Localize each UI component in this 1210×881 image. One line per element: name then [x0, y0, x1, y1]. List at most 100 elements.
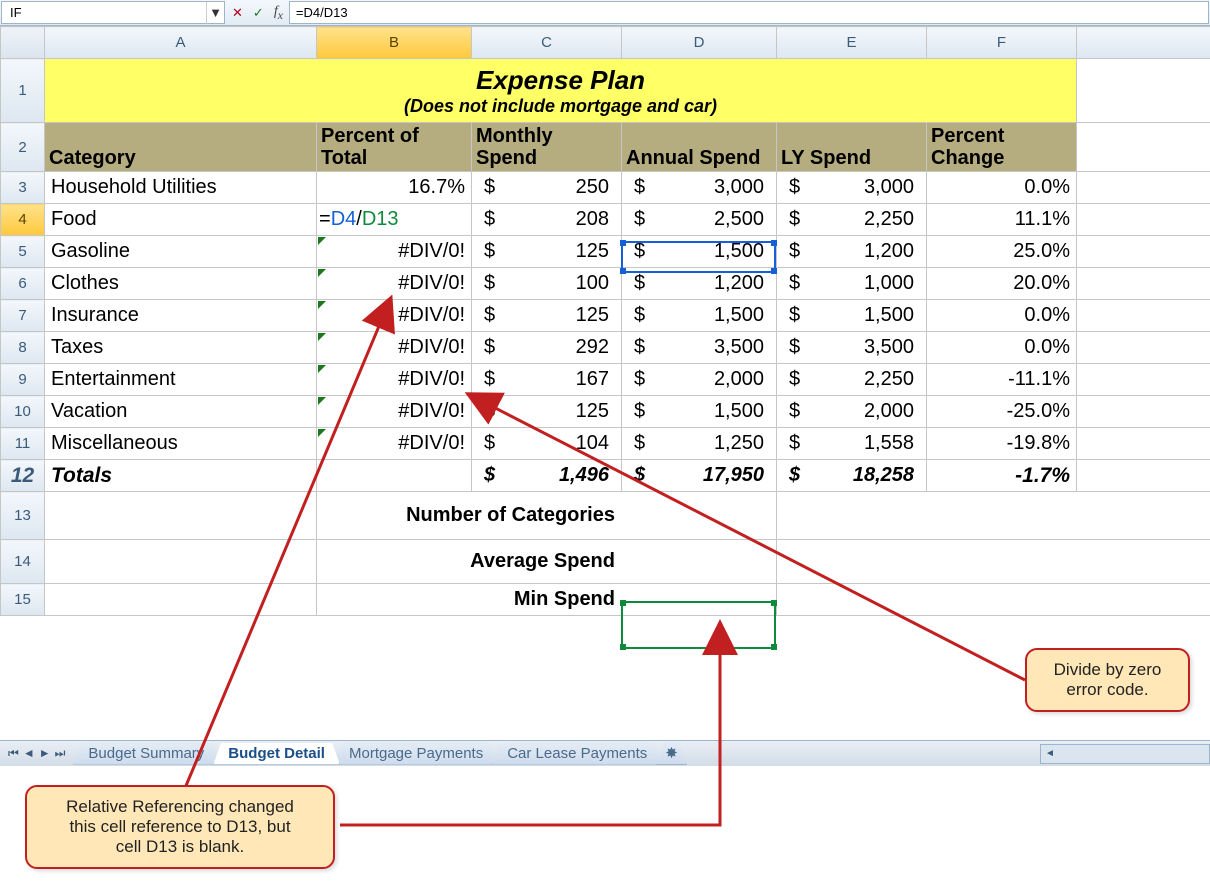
cell[interactable]	[1077, 396, 1210, 428]
row-header[interactable]: 15	[1, 584, 45, 616]
cell[interactable]	[622, 540, 777, 584]
fx-icon[interactable]: fx	[274, 4, 283, 22]
title-cell[interactable]: Expense Plan (Does not include mortgage …	[45, 59, 1077, 123]
cell[interactable]	[45, 540, 317, 584]
cell[interactable]	[1077, 268, 1210, 300]
cell-ly[interactable]: $3,000	[777, 172, 927, 204]
cell-D13[interactable]	[622, 492, 777, 540]
header-monthly-spend[interactable]: Monthly Spend	[472, 123, 622, 172]
cell-monthly[interactable]: $125	[472, 396, 622, 428]
sheet-tab[interactable]: Budget Summary	[73, 743, 219, 765]
cell-ly[interactable]: $1,000	[777, 268, 927, 300]
row-header[interactable]: 8	[1, 332, 45, 364]
cell-annual[interactable]: $2,500	[622, 204, 777, 236]
col-header-C[interactable]: C	[472, 27, 622, 59]
name-box[interactable]: IF ▼	[1, 1, 225, 24]
row-header[interactable]: 1	[1, 59, 45, 123]
row-header[interactable]: 12	[1, 460, 45, 492]
cell-category[interactable]: Food	[45, 204, 317, 236]
cell-change[interactable]: 0.0%	[927, 332, 1077, 364]
cell[interactable]	[1077, 460, 1210, 492]
cell-annual[interactable]: $3,000	[622, 172, 777, 204]
cell-ly[interactable]: $1,500	[777, 300, 927, 332]
row-header[interactable]: 2	[1, 123, 45, 172]
row-header[interactable]: 14	[1, 540, 45, 584]
cell-category[interactable]: Insurance	[45, 300, 317, 332]
tab-last-icon[interactable]: ⏭	[55, 746, 66, 761]
sheet-tab[interactable]: Car Lease Payments	[492, 743, 662, 765]
col-header-blank[interactable]	[1077, 27, 1210, 59]
row-header[interactable]: 4	[1, 204, 45, 236]
cancel-icon[interactable]: ✕	[232, 5, 243, 21]
new-sheet-icon[interactable]: ✸	[656, 742, 687, 765]
cell[interactable]	[1077, 59, 1210, 123]
row-header[interactable]: 9	[1, 364, 45, 396]
header-category[interactable]: Category	[45, 123, 317, 172]
cell-monthly[interactable]: $292	[472, 332, 622, 364]
spreadsheet-grid[interactable]: A B C D E F 1 Expense Plan (Does not inc…	[0, 26, 1210, 616]
cell-category[interactable]: Entertainment	[45, 364, 317, 396]
cell[interactable]	[1077, 428, 1210, 460]
cell[interactable]	[1077, 300, 1210, 332]
cell-category[interactable]: Gasoline	[45, 236, 317, 268]
horizontal-scrollbar[interactable]	[1040, 744, 1210, 764]
cell-change[interactable]: 0.0%	[927, 300, 1077, 332]
cell-error[interactable]: #DIV/0!	[317, 428, 472, 460]
cell[interactable]	[777, 492, 1210, 540]
cell[interactable]	[1077, 172, 1210, 204]
cell-category[interactable]: Household Utilities	[45, 172, 317, 204]
label-avg-spend[interactable]: Average Spend	[317, 540, 622, 584]
cell-ly[interactable]: $3,500	[777, 332, 927, 364]
row-header[interactable]: 3	[1, 172, 45, 204]
cell-annual[interactable]: $2,000	[622, 364, 777, 396]
header-ly-spend[interactable]: LY Spend	[777, 123, 927, 172]
cell-category[interactable]: Taxes	[45, 332, 317, 364]
cell-annual[interactable]: $3,500	[622, 332, 777, 364]
col-header-D[interactable]: D	[622, 27, 777, 59]
cell-error[interactable]: #DIV/0!	[317, 364, 472, 396]
tab-first-icon[interactable]: ⏮	[8, 746, 19, 761]
cell-change[interactable]: -11.1%	[927, 364, 1077, 396]
cell-category[interactable]: Vacation	[45, 396, 317, 428]
totals-label[interactable]: Totals	[45, 460, 317, 492]
cell-error[interactable]: #DIV/0!	[317, 332, 472, 364]
enter-icon[interactable]: ✓	[253, 5, 264, 21]
cell-change[interactable]: -19.8%	[927, 428, 1077, 460]
cell-monthly[interactable]: $125	[472, 300, 622, 332]
cell-change[interactable]: -25.0%	[927, 396, 1077, 428]
col-header-E[interactable]: E	[777, 27, 927, 59]
cell[interactable]	[317, 460, 472, 492]
cell[interactable]	[45, 584, 317, 616]
cell-annual[interactable]: $1,500	[622, 396, 777, 428]
label-num-categories[interactable]: Number of Categories	[317, 492, 622, 540]
col-header-B[interactable]: B	[317, 27, 472, 59]
totals-monthly[interactable]: $1,496	[472, 460, 622, 492]
cell-ly[interactable]: $2,000	[777, 396, 927, 428]
cell-monthly[interactable]: $167	[472, 364, 622, 396]
row-header[interactable]: 6	[1, 268, 45, 300]
totals-change[interactable]: -1.7%	[927, 460, 1077, 492]
row-header[interactable]: 7	[1, 300, 45, 332]
select-all-corner[interactable]	[1, 27, 45, 59]
sheet-tab[interactable]: Mortgage Payments	[334, 743, 498, 765]
cell-ly[interactable]: $2,250	[777, 364, 927, 396]
cell-error[interactable]: #DIV/0!	[317, 396, 472, 428]
cell[interactable]: 16.7%	[317, 172, 472, 204]
cell[interactable]	[1077, 236, 1210, 268]
col-header-A[interactable]: A	[45, 27, 317, 59]
col-header-F[interactable]: F	[927, 27, 1077, 59]
cell-change[interactable]: 20.0%	[927, 268, 1077, 300]
cell-monthly[interactable]: $100	[472, 268, 622, 300]
label-min-spend[interactable]: Min Spend	[317, 584, 622, 616]
header-annual-spend[interactable]: Annual Spend	[622, 123, 777, 172]
row-header[interactable]: 10	[1, 396, 45, 428]
cell[interactable]	[1077, 332, 1210, 364]
cell[interactable]	[1077, 364, 1210, 396]
formula-input[interactable]: =D4/D13	[289, 1, 1209, 24]
cell-category[interactable]: Clothes	[45, 268, 317, 300]
cell-monthly[interactable]: $104	[472, 428, 622, 460]
sheet-tab[interactable]: Budget Detail	[213, 743, 340, 765]
cell-monthly[interactable]: $208	[472, 204, 622, 236]
cell-monthly[interactable]: $125	[472, 236, 622, 268]
cell[interactable]	[777, 540, 1210, 584]
